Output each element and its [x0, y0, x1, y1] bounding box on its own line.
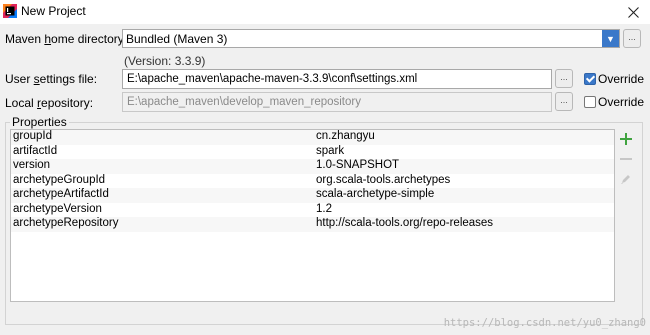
user-settings-label: User settings file: — [5, 72, 97, 86]
local-repository-label: Local repository: — [5, 96, 93, 110]
table-row[interactable]: archetypeRepository http://scala-tools.o… — [11, 217, 614, 232]
chevron-down-icon: ▼ — [606, 33, 615, 44]
local-repository-override-checkbox[interactable] — [584, 96, 596, 108]
property-key: artifactId — [13, 144, 58, 157]
user-settings-override-label: Override — [598, 72, 645, 86]
user-settings-label-pre: User — [5, 72, 34, 86]
maven-home-browse-button[interactable]: ... — [623, 29, 641, 48]
table-row[interactable]: groupId cn.zhangyu — [11, 130, 614, 145]
table-row[interactable]: archetypeGroupId org.scala-tools.archety… — [11, 174, 614, 189]
maven-home-label-pre: Maven — [5, 32, 45, 46]
property-value: 1.0-SNAPSHOT — [316, 159, 400, 171]
local-repository-value: E:\apache_maven\develop_maven_repository — [127, 96, 361, 108]
watermark: https://blog.csdn.net/yu0_zhang0 — [443, 317, 646, 329]
table-row[interactable]: archetypeArtifactId scala-archetype-simp… — [11, 188, 614, 203]
maven-home-dropdown-button[interactable]: ▼ — [602, 30, 619, 47]
plus-icon — [620, 133, 632, 145]
pencil-icon — [621, 175, 630, 184]
local-repository-override-label: Override — [598, 95, 645, 109]
property-value: cn.zhangyu — [316, 130, 375, 142]
local-repository-field: E:\apache_maven\develop_maven_repository — [122, 92, 552, 112]
maven-version-text: (Version: 3.3.9) — [124, 54, 206, 68]
property-key: archetypeVersion — [13, 202, 102, 215]
table-row[interactable]: artifactId spark — [11, 145, 614, 160]
local-repository-browse-button[interactable]: ... — [555, 92, 573, 111]
property-value: spark — [316, 144, 345, 157]
intellij-app-icon — [3, 4, 17, 18]
properties-table[interactable]: groupId cn.zhangyu artifactId spark vers… — [10, 129, 615, 302]
property-key: archetypeGroupId — [13, 173, 106, 186]
user-settings-field[interactable]: E:\apache_maven\apache-maven-3.3.9\conf\… — [122, 69, 552, 89]
maven-home-label: Maven home directory: — [5, 32, 127, 46]
user-settings-override-checkbox[interactable] — [584, 73, 596, 85]
close-button[interactable] — [616, 0, 650, 24]
title-bar: New Project — [0, 0, 650, 24]
window-title: New Project — [21, 4, 86, 18]
table-row[interactable]: version 1.0-SNAPSHOT — [11, 159, 614, 174]
property-key: groupId — [13, 130, 53, 142]
remove-property-button[interactable] — [618, 151, 634, 167]
close-icon — [627, 6, 639, 18]
user-settings-browse-button[interactable]: ... — [555, 69, 573, 88]
property-key: archetypeRepository — [13, 217, 119, 229]
property-value: 1.2 — [316, 202, 332, 215]
user-settings-value: E:\apache_maven\apache-maven-3.3.9\conf\… — [127, 73, 418, 85]
maven-home-value: Bundled (Maven 3) — [126, 32, 228, 46]
edit-property-button[interactable] — [618, 171, 634, 187]
property-value: http://scala-tools.org/repo-releases — [316, 217, 494, 229]
user-settings-label-post: ettings file: — [39, 72, 98, 86]
properties-title: Properties — [10, 115, 69, 129]
maven-home-label-post: ome directory: — [51, 32, 128, 46]
property-key: version — [13, 159, 51, 171]
property-value: org.scala-tools.archetypes — [316, 173, 451, 186]
minus-icon — [620, 158, 632, 160]
table-row[interactable]: archetypeVersion 1.2 — [11, 203, 614, 218]
maven-home-combobox[interactable]: Bundled (Maven 3) ▼ — [122, 29, 620, 48]
add-property-button[interactable] — [618, 131, 634, 147]
property-value: scala-archetype-simple — [316, 188, 435, 200]
property-key: archetypeArtifactId — [13, 188, 109, 200]
local-repository-label-post: epository: — [41, 96, 94, 110]
local-repository-label-pre: Local — [5, 96, 38, 110]
